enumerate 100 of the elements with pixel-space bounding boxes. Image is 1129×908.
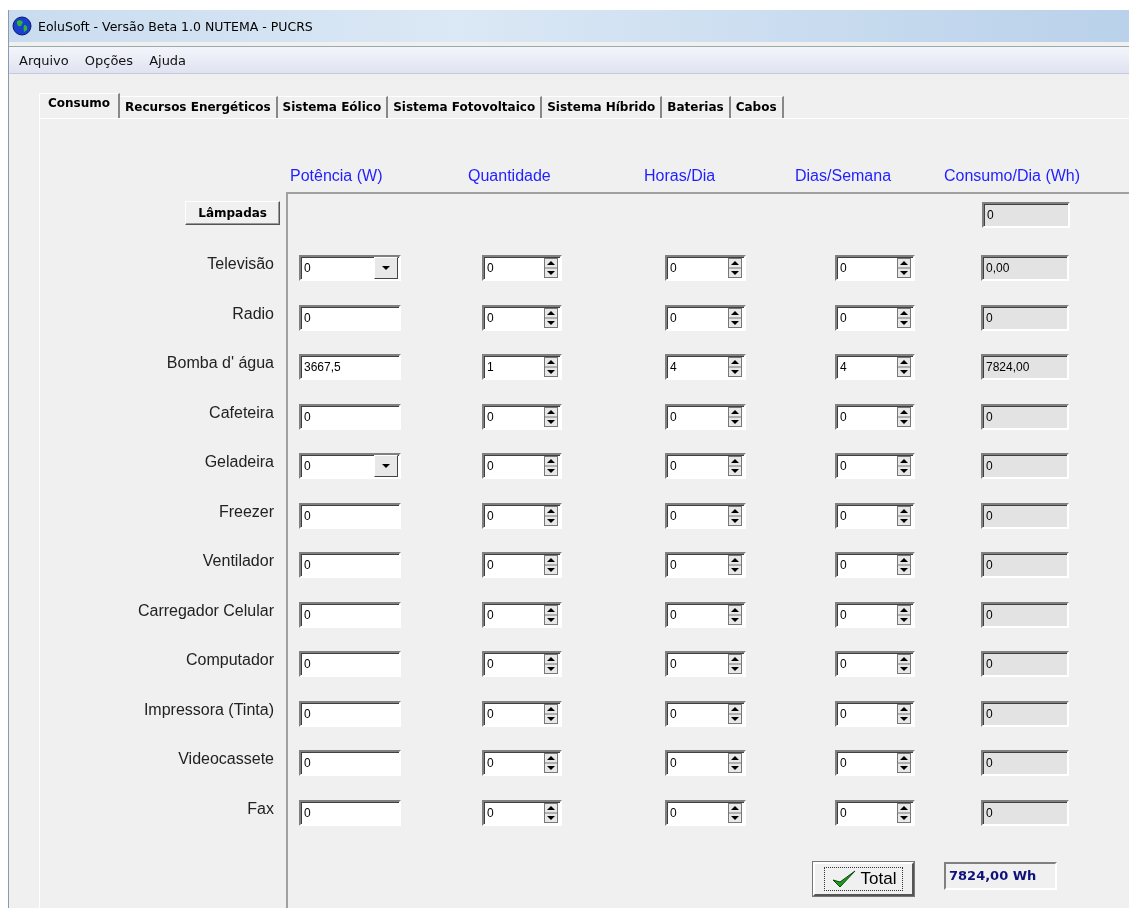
spin-buttons[interactable] bbox=[728, 405, 744, 428]
spin-buttons[interactable] bbox=[728, 306, 744, 329]
spin-field[interactable]: 0 bbox=[482, 601, 562, 628]
spin-field[interactable]: 0 bbox=[665, 403, 746, 430]
input-field[interactable]: 0 bbox=[299, 502, 401, 529]
spin-buttons[interactable] bbox=[544, 405, 560, 428]
spin-field[interactable]: 0 bbox=[835, 799, 915, 826]
tab[interactable]: Recursos Energéticos bbox=[120, 96, 278, 118]
spin-field[interactable]: 0 bbox=[482, 552, 562, 579]
spin-field[interactable]: 0 bbox=[482, 255, 562, 282]
tab[interactable]: Consumo bbox=[39, 93, 121, 118]
spin-buttons[interactable] bbox=[728, 702, 744, 725]
readonly-field: 0 bbox=[981, 552, 1069, 579]
input-field[interactable]: 0 bbox=[299, 750, 401, 777]
spin-field[interactable]: 4 bbox=[665, 354, 746, 381]
spin-field[interactable]: 0 bbox=[482, 502, 562, 529]
spin-field[interactable]: 0 bbox=[482, 799, 562, 826]
spin-field[interactable]: 0 bbox=[482, 403, 562, 430]
spin-buttons[interactable] bbox=[544, 801, 560, 824]
total-button[interactable]: Total bbox=[813, 861, 914, 896]
spin-buttons[interactable] bbox=[728, 257, 744, 280]
input-field[interactable]: 0 bbox=[299, 799, 401, 826]
spin-field[interactable]: 0 bbox=[835, 304, 915, 331]
spin-field[interactable]: 0 bbox=[482, 651, 562, 678]
spin-buttons[interactable] bbox=[897, 455, 913, 478]
spin-field[interactable]: 0 bbox=[482, 750, 562, 777]
spin-field[interactable]: 0 bbox=[665, 552, 746, 579]
spin-field[interactable]: 0 bbox=[835, 552, 915, 579]
spin-field[interactable]: 0 bbox=[665, 750, 746, 777]
spin-field[interactable]: 0 bbox=[665, 453, 746, 480]
spin-buttons[interactable] bbox=[728, 603, 744, 626]
input-field[interactable]: 3667,5 bbox=[299, 354, 401, 381]
spin-buttons[interactable] bbox=[544, 306, 560, 329]
spin-buttons[interactable] bbox=[728, 801, 744, 824]
spin-buttons[interactable] bbox=[544, 752, 560, 775]
spin-buttons[interactable] bbox=[544, 702, 560, 725]
dropdown-field[interactable]: 0 bbox=[299, 255, 401, 282]
spin-field[interactable]: 0 bbox=[665, 255, 746, 282]
spin-buttons[interactable] bbox=[728, 554, 744, 577]
input-field[interactable]: 0 bbox=[299, 304, 401, 331]
total-field: 7824,00 Wh bbox=[944, 861, 1057, 890]
dropdown-button[interactable] bbox=[374, 257, 398, 280]
spin-buttons[interactable] bbox=[897, 752, 913, 775]
spin-buttons[interactable] bbox=[897, 653, 913, 676]
spin-buttons[interactable] bbox=[544, 603, 560, 626]
spin-field[interactable]: 0 bbox=[835, 601, 915, 628]
menu-item[interactable]: Arquivo bbox=[13, 52, 75, 68]
spin-field[interactable]: 0 bbox=[665, 304, 746, 331]
spin-field[interactable]: 0 bbox=[835, 502, 915, 529]
tab[interactable]: Baterias bbox=[662, 96, 731, 118]
tab[interactable]: Sistema Fotovoltaico bbox=[388, 96, 543, 118]
spin-field[interactable]: 0 bbox=[665, 502, 746, 529]
menu-item[interactable]: Ajuda bbox=[143, 52, 193, 68]
input-field[interactable]: 0 bbox=[299, 700, 401, 727]
input-field[interactable]: 0 bbox=[299, 403, 401, 430]
spin-field[interactable]: 0 bbox=[835, 403, 915, 430]
spin-field[interactable]: 0 bbox=[835, 453, 915, 480]
spin-buttons[interactable] bbox=[897, 603, 913, 626]
spin-buttons[interactable] bbox=[544, 455, 560, 478]
spin-buttons[interactable] bbox=[897, 356, 913, 379]
spin-field[interactable]: 0 bbox=[482, 453, 562, 480]
spin-buttons[interactable] bbox=[897, 702, 913, 725]
input-field[interactable]: 0 bbox=[299, 651, 401, 678]
spin-buttons[interactable] bbox=[728, 653, 744, 676]
spin-buttons[interactable] bbox=[897, 405, 913, 428]
spin-field[interactable]: 0 bbox=[482, 304, 562, 331]
spin-buttons[interactable] bbox=[544, 257, 560, 280]
spin-buttons[interactable] bbox=[897, 257, 913, 280]
spin-buttons[interactable] bbox=[897, 554, 913, 577]
spin-field[interactable]: 0 bbox=[665, 601, 746, 628]
menu-item[interactable]: Opções bbox=[78, 52, 140, 68]
spin-buttons[interactable] bbox=[728, 455, 744, 478]
spin-buttons[interactable] bbox=[728, 504, 744, 527]
input-field[interactable]: 0 bbox=[299, 552, 401, 579]
tab[interactable]: Sistema Híbrido bbox=[542, 96, 663, 118]
spin-buttons[interactable] bbox=[897, 504, 913, 527]
spin-buttons[interactable] bbox=[544, 554, 560, 577]
spin-field[interactable]: 0 bbox=[665, 799, 746, 826]
spin-field[interactable]: 1 bbox=[482, 354, 562, 381]
tab[interactable]: Sistema Eólico bbox=[277, 96, 389, 118]
spin-field[interactable]: 0 bbox=[835, 700, 915, 727]
spin-buttons[interactable] bbox=[544, 653, 560, 676]
spin-field[interactable]: 0 bbox=[835, 750, 915, 777]
tab[interactable]: Cabos bbox=[730, 96, 784, 118]
spin-buttons[interactable] bbox=[728, 356, 744, 379]
spin-field[interactable]: 0 bbox=[835, 255, 915, 282]
spin-buttons[interactable] bbox=[728, 752, 744, 775]
spin-field[interactable]: 0 bbox=[482, 700, 562, 727]
spin-field[interactable]: 0 bbox=[835, 651, 915, 678]
spin-buttons[interactable] bbox=[544, 356, 560, 379]
spin-field[interactable]: 4 bbox=[835, 354, 915, 381]
spin-buttons[interactable] bbox=[897, 801, 913, 824]
spin-field[interactable]: 0 bbox=[665, 700, 746, 727]
dropdown-field[interactable]: 0 bbox=[299, 453, 401, 480]
input-field[interactable]: 0 bbox=[299, 601, 401, 628]
spin-field[interactable]: 0 bbox=[665, 651, 746, 678]
spin-buttons[interactable] bbox=[544, 504, 560, 527]
spin-buttons[interactable] bbox=[897, 306, 913, 329]
dropdown-button[interactable] bbox=[374, 455, 398, 478]
lamps-button[interactable]: Lâmpadas bbox=[185, 200, 280, 225]
